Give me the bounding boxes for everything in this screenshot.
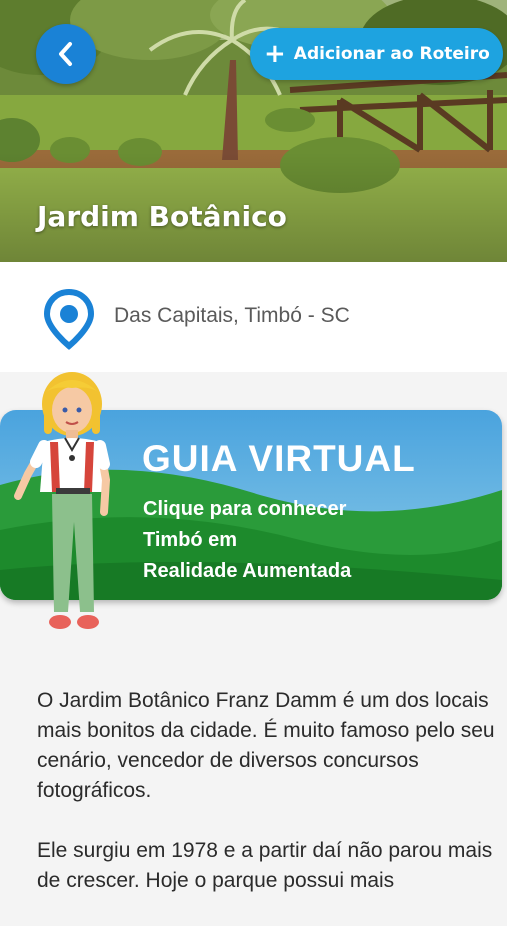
banner-subtitle: Clique para conhecer Timbó em Realidade … bbox=[143, 494, 443, 587]
add-to-itinerary-label: Adicionar ao Roteiro bbox=[293, 44, 490, 64]
location-text: Das Capitais, Timbó - SC bbox=[114, 304, 350, 327]
banner-subtitle-line: Realidade Aumentada bbox=[143, 560, 352, 582]
map-pin-icon bbox=[43, 288, 95, 350]
guide-character-illustration bbox=[14, 372, 111, 629]
description: O Jardim Botânico Franz Damm é um dos lo… bbox=[37, 686, 499, 926]
back-button[interactable] bbox=[36, 24, 96, 84]
hero-image: + Adicionar ao Roteiro Jardim Botânico bbox=[0, 0, 507, 262]
location-row: Das Capitais, Timbó - SC bbox=[0, 262, 507, 372]
add-to-itinerary-button[interactable]: + Adicionar ao Roteiro bbox=[250, 28, 503, 80]
page-title: Jardim Botânico bbox=[37, 200, 287, 233]
banner-subtitle-line: Timbó em bbox=[143, 529, 238, 551]
description-paragraph: Ele surgiu em 1978 e a partir daí não pa… bbox=[37, 839, 493, 892]
description-paragraph: O Jardim Botânico Franz Damm é um dos lo… bbox=[37, 689, 495, 802]
plus-icon: + bbox=[264, 39, 286, 69]
chevron-left-icon bbox=[59, 42, 72, 66]
banner-subtitle-line: Clique para conhecer bbox=[143, 498, 347, 520]
banner-title: GUIA VIRTUAL bbox=[142, 438, 416, 479]
